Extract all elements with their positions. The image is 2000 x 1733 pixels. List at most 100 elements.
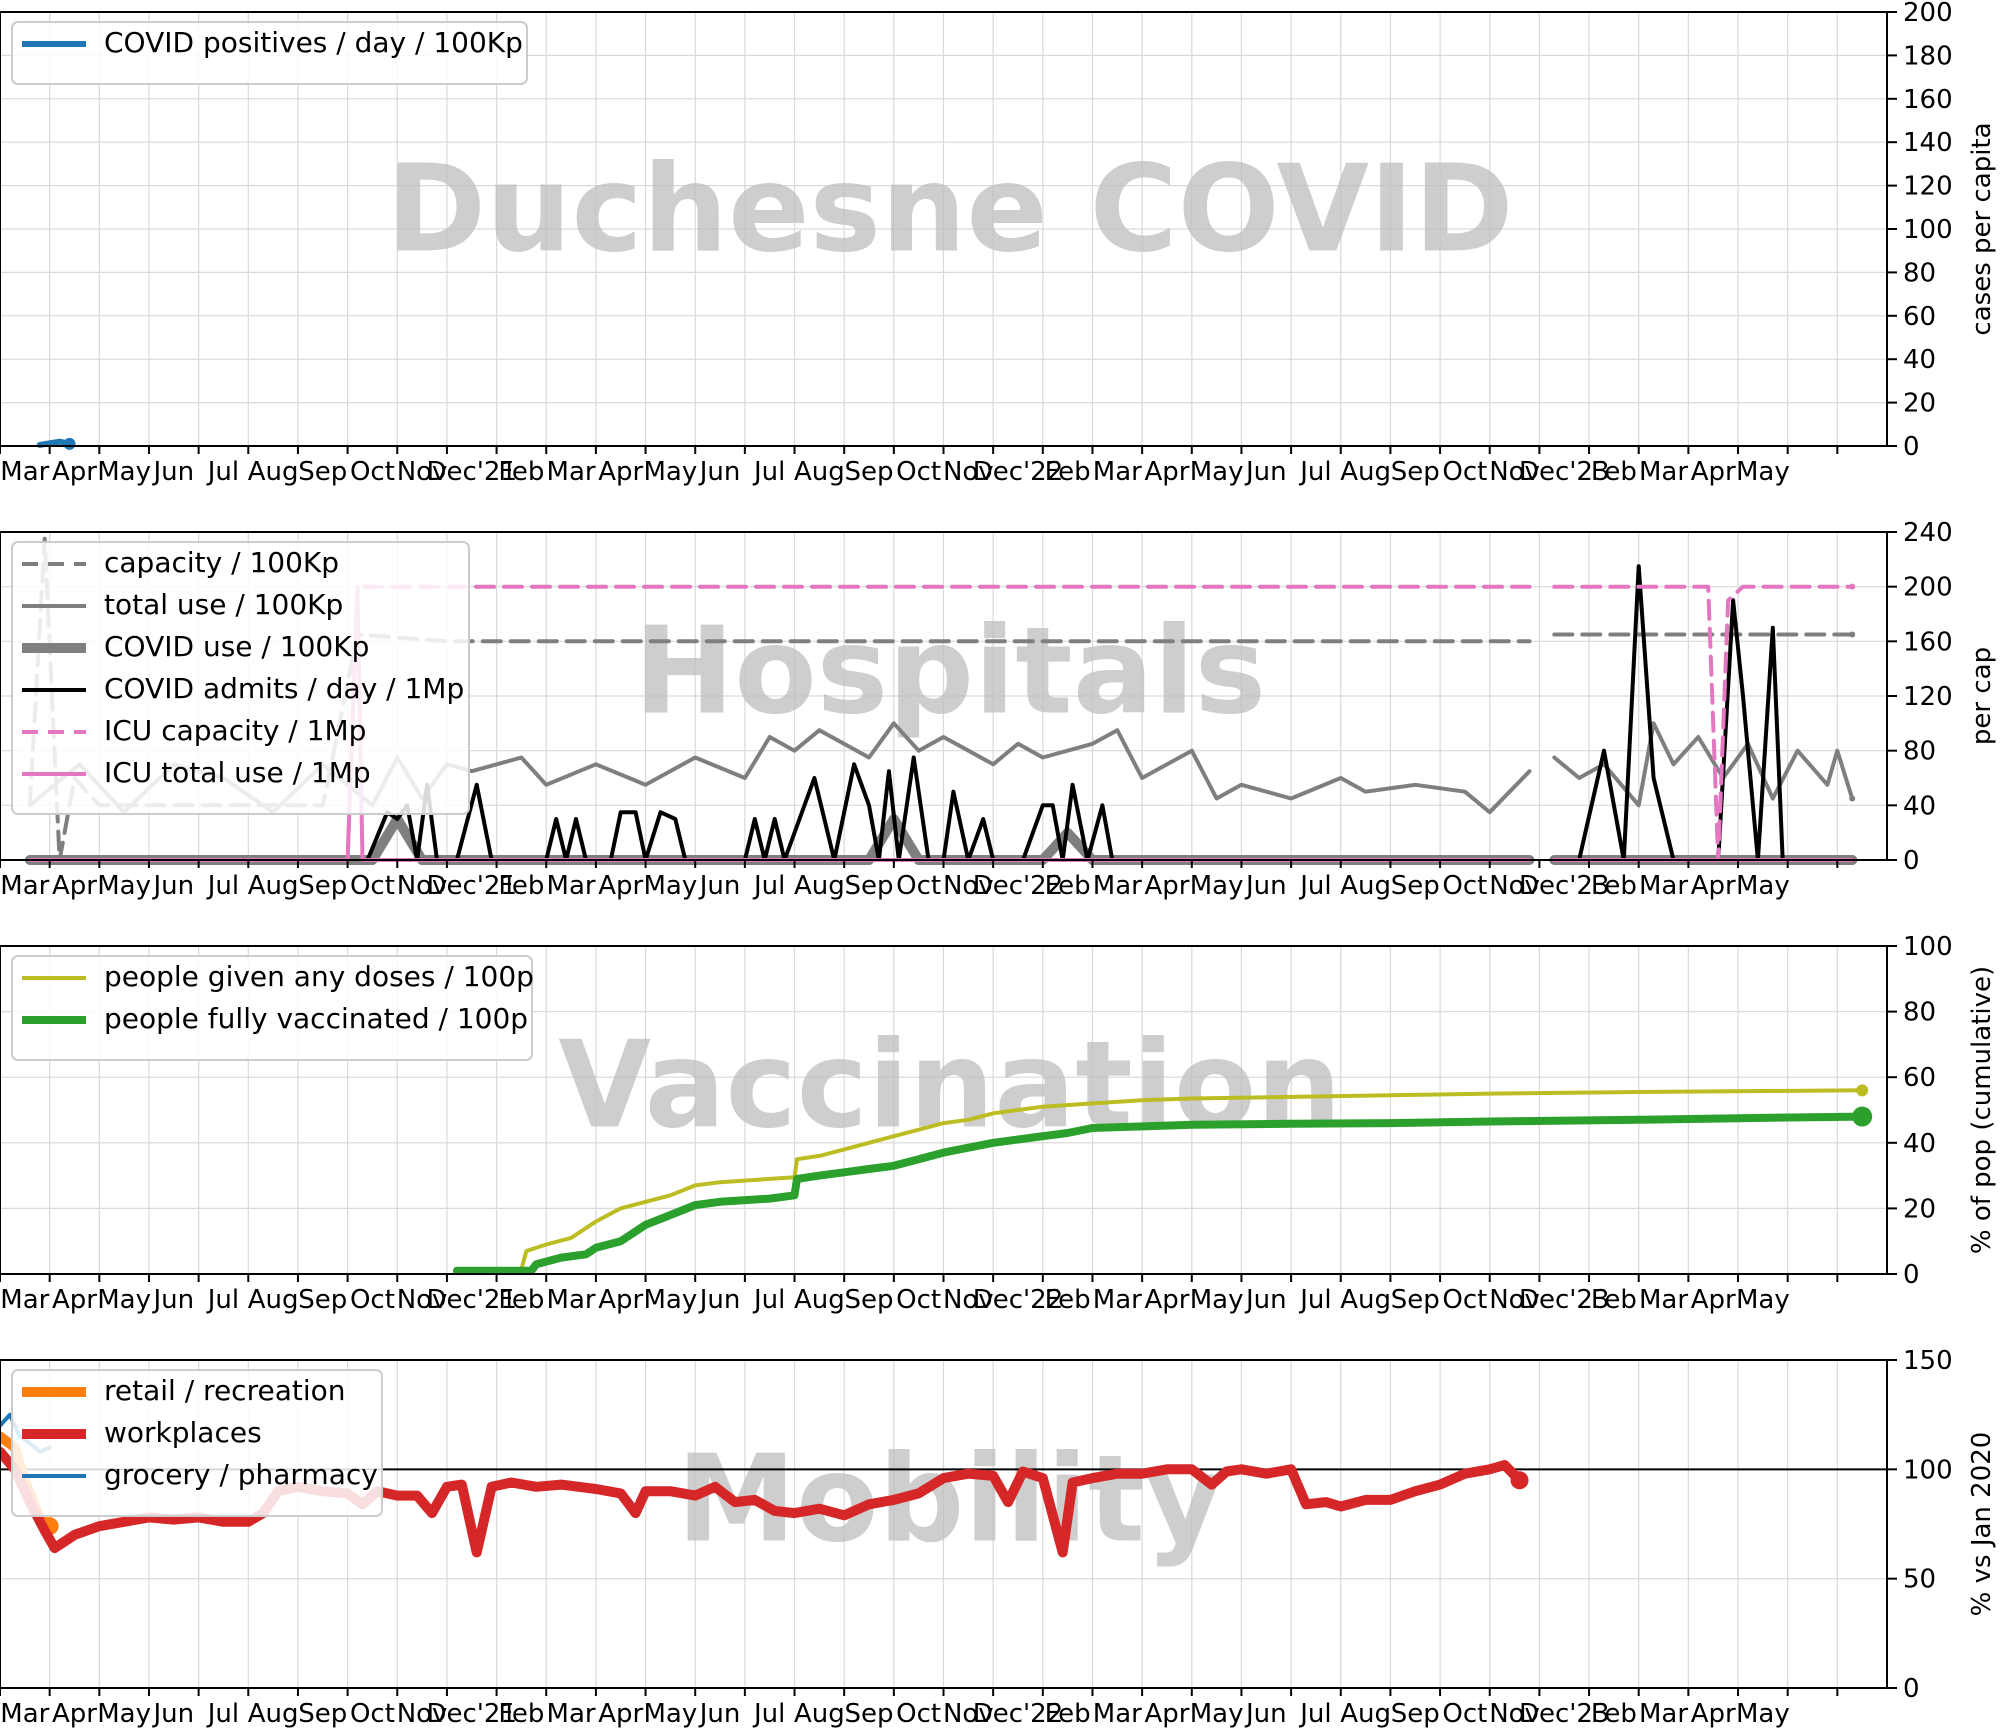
x-tick-label: Apr — [52, 457, 97, 487]
y-tick-label: 0 — [1903, 432, 1920, 462]
x-tick-label: Aug — [248, 1699, 299, 1729]
x-tick-label: Aug — [1340, 1285, 1391, 1315]
x-tick-label: Jul — [1298, 1285, 1331, 1315]
y-tick-label: 240 — [1903, 518, 1953, 548]
series-end-dot — [1856, 1084, 1869, 1097]
series-end-dot — [1849, 795, 1856, 802]
legend: COVID positives / day / 100Kp — [11, 21, 528, 85]
x-tick-label: May — [97, 1285, 151, 1315]
x-tick-label: Jul — [1298, 1699, 1331, 1729]
x-tick-label: Jun — [151, 1285, 194, 1315]
y-tick-label: 140 — [1903, 128, 1953, 158]
legend: capacity / 100Kp total use / 100Kp COVID u… — [11, 541, 470, 815]
x-tick-label: Feb — [1045, 1699, 1091, 1729]
y-axis-label: % vs Jan 2020 — [1967, 1432, 1997, 1617]
x-tick-label: Sep — [298, 1285, 347, 1315]
hospitals-panel: Hospitals04080120160200240per capMar Apr M… — [0, 518, 1997, 901]
x-tick-label: Apr — [1691, 1699, 1736, 1729]
x-tick-label: Mar — [1093, 1699, 1142, 1729]
x-tick-label: Jun — [151, 871, 194, 901]
x-tick-label: Mar — [547, 1699, 596, 1729]
x-tick-label: Apr — [1144, 1285, 1189, 1315]
legend-label: retail / recreation — [104, 1374, 346, 1407]
x-tick-label: Jun — [1244, 457, 1287, 487]
x-tick-label: Aug — [1340, 1699, 1391, 1729]
panel-watermark: Hospitals — [634, 602, 1266, 741]
x-tick-label: Feb — [1591, 457, 1637, 487]
x-tick-label: Sep — [845, 457, 894, 487]
y-tick-label: 180 — [1903, 41, 1953, 71]
y-axis-label: cases per capita — [1967, 122, 1997, 335]
dashboard-figure: Duchesne COVID 0 20 40 60 80 100 120 140 160 180 20… — [0, 0, 1997, 1729]
x-tick-label: Aug — [794, 1285, 845, 1315]
x-tick-label: May — [1736, 1699, 1790, 1729]
x-tick-label: Sep — [298, 1699, 347, 1729]
x-tick-label: Jul — [752, 1699, 785, 1729]
y-tick-label: 200 — [1903, 0, 1953, 28]
x-tick-label: Mar — [547, 457, 596, 487]
y-tick-label: 100 — [1903, 1455, 1953, 1485]
x-tick-label: Mar — [1639, 871, 1688, 901]
x-tick-label: Sep — [1391, 457, 1440, 487]
x-tick-label: Oct — [1442, 1699, 1487, 1729]
x-tick-label: Feb — [1591, 1699, 1637, 1729]
cases-panel: Duchesne COVID 0 20 40 60 80 100 120 140 160 180 20… — [0, 0, 1997, 487]
x-tick-label: Mar — [0, 871, 49, 901]
series-end-dot — [1849, 631, 1856, 638]
x-tick-label: Mar — [1093, 871, 1142, 901]
y-tick-label: 160 — [1903, 627, 1953, 657]
x-tick-label: May — [643, 1699, 697, 1729]
x-tick-label: Jun — [151, 1699, 194, 1729]
legend-label: ICU total use / 1Mp — [104, 756, 371, 789]
x-tick-label: Mar — [1639, 1699, 1688, 1729]
panel-watermark: Duchesne COVID — [387, 141, 1514, 280]
x-tick-label: Aug — [794, 1699, 845, 1729]
legend-label: people given any doses / 100p — [104, 960, 534, 993]
x-tick-label: Jul — [206, 871, 239, 901]
x-tick-label: Mar — [0, 1699, 49, 1729]
x-tick-label: Sep — [298, 457, 347, 487]
x-tick-label: Mar — [547, 1285, 596, 1315]
x-tick-label: Sep — [1391, 871, 1440, 901]
y-tick-label: 20 — [1903, 389, 1936, 419]
x-tick-label: May — [1736, 457, 1790, 487]
x-tick-label: Oct — [350, 457, 395, 487]
y-tick-label: 200 — [1903, 573, 1953, 603]
legend-label: COVID admits / day / 1Mp — [104, 672, 464, 705]
x-tick-label: Sep — [845, 1699, 894, 1729]
x-tick-label: Oct — [1442, 1285, 1487, 1315]
y-tick-label: 20 — [1903, 1194, 1936, 1224]
x-tick-label: Jun — [1244, 1699, 1287, 1729]
x-tick-label: Apr — [598, 1285, 643, 1315]
vaccination-panel: Vaccination 0 20 40 60 80 100 % of pop (cumulat… — [0, 932, 1997, 1315]
y-tick-label: 120 — [1903, 682, 1953, 712]
x-tick-label: May — [1190, 1699, 1244, 1729]
series-end-dot — [1852, 1106, 1873, 1127]
x-tick-label: Jun — [698, 1285, 741, 1315]
x-tick-label: May — [1190, 1285, 1244, 1315]
y-tick-label: 60 — [1903, 1063, 1936, 1093]
x-tick-label: Oct — [350, 871, 395, 901]
x-tick-label: May — [643, 457, 697, 487]
x-tick-label: Feb — [1045, 1285, 1091, 1315]
x-tick-label: May — [643, 871, 697, 901]
x-tick-label: Feb — [1591, 871, 1637, 901]
x-tick-label: Jul — [1298, 457, 1331, 487]
x-tick-label: Mar — [1639, 1285, 1688, 1315]
x-tick-label: Mar — [1639, 457, 1688, 487]
x-tick-label: Mar — [0, 457, 49, 487]
x-tick-label: Aug — [248, 871, 299, 901]
x-tick-label: Oct — [896, 871, 941, 901]
series-end-dot — [63, 437, 76, 450]
x-tick-label: Jun — [698, 457, 741, 487]
y-tick-label: 120 — [1903, 172, 1953, 202]
y-tick-label: 160 — [1903, 85, 1953, 115]
series-end-dot — [1510, 1471, 1529, 1490]
y-tick-label: 40 — [1903, 345, 1936, 375]
y-tick-label: 80 — [1903, 258, 1936, 288]
x-tick-label: Jun — [1244, 871, 1287, 901]
x-tick-label: Oct — [350, 1285, 395, 1315]
mobility-panel: Mobility050100150% vs Jan 2020Mar Apr May J… — [0, 1346, 1997, 1729]
x-tick-label: Apr — [598, 1699, 643, 1729]
legend-label: grocery / pharmacy — [104, 1458, 378, 1491]
